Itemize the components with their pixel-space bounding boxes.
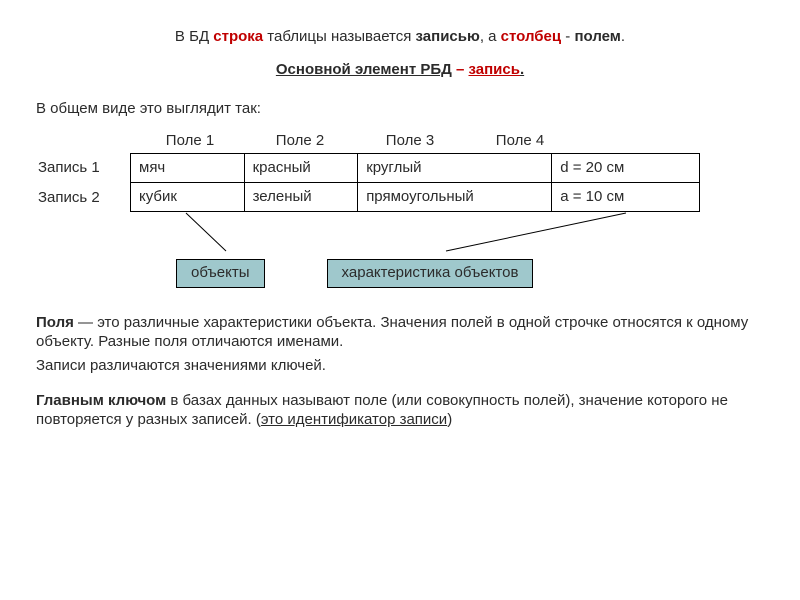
- title-line-1: В БД строка таблицы называется записью, …: [36, 28, 764, 47]
- para1-lead: Поля: [36, 314, 74, 331]
- row-header-1: Запись 1: [36, 153, 126, 183]
- cell-r1c3: круглый: [358, 154, 552, 183]
- table-row: мяч красный круглый d = 20 см: [131, 154, 700, 183]
- title-line-2: Основной элемент РБД – запись.: [36, 61, 764, 80]
- intro-text: В общем виде это выглядит так:: [36, 100, 764, 119]
- connector-lines: [126, 213, 696, 257]
- title2-dash: –: [452, 61, 469, 78]
- title1-mid2: , а: [480, 28, 501, 45]
- para3-end: ): [447, 411, 452, 428]
- col-header-2: Поле 2: [254, 132, 364, 151]
- callout-objects: объекты: [176, 259, 265, 288]
- cell-r1c1: мяч: [131, 154, 245, 183]
- cell-r2c1: кубик: [131, 183, 245, 212]
- title2-text1: Основной элемент РБД: [276, 61, 452, 78]
- title1-word-polem: полем: [574, 28, 620, 45]
- document-page: В БД строка таблицы называется записью, …: [0, 0, 800, 600]
- title2-end: .: [520, 61, 524, 78]
- title1-word-stolbets: столбец: [501, 28, 561, 45]
- title1-end: .: [621, 28, 625, 45]
- paragraph-fields: Поля — это различные характеристики объе…: [36, 314, 764, 352]
- title1-word-zapisyu: записью: [416, 28, 480, 45]
- col-header-1: Поле 1: [144, 132, 254, 151]
- cell-r2c4: a = 10 см: [552, 183, 700, 212]
- cell-r1c2: красный: [244, 154, 358, 183]
- table-block: Поле 1 Поле 2 Поле 3 Поле 4 Запись 1 Зап…: [36, 132, 764, 257]
- para1-rest: — это различные характеристики объекта. …: [36, 314, 748, 350]
- table-row: кубик зеленый прямоугольный a = 10 см: [131, 183, 700, 212]
- paragraph-records: Записи различаются значениями ключей.: [36, 357, 764, 376]
- title1-word-stroka: строка: [213, 28, 263, 45]
- para3-ul: это идентификатор записи: [261, 411, 447, 428]
- para3-lead: Главным ключом: [36, 392, 166, 409]
- paragraph-key: Главным ключом в базах данных называют п…: [36, 392, 764, 430]
- cell-r2c2: зеленый: [244, 183, 358, 212]
- row-header-2: Запись 2: [36, 183, 126, 213]
- callout-characteristics: характеристика объектов: [327, 259, 534, 288]
- title1-mid1: таблицы называется: [263, 28, 415, 45]
- col-header-3: Поле 3: [364, 132, 474, 151]
- row-headers: Запись 1 Запись 2: [36, 153, 130, 213]
- title2-text2: запись: [469, 61, 520, 78]
- cell-r1c4: d = 20 см: [552, 154, 700, 183]
- cell-r2c3: прямоугольный: [358, 183, 552, 212]
- data-table: мяч красный круглый d = 20 см кубик зеле…: [130, 153, 700, 212]
- title1-pre: В БД: [175, 28, 213, 45]
- column-headers: Поле 1 Поле 2 Поле 3 Поле 4: [144, 132, 764, 151]
- callout-boxes: объекты характеристика объектов: [176, 259, 764, 288]
- col-header-4: Поле 4: [474, 132, 584, 151]
- title1-mid3: -: [561, 28, 574, 45]
